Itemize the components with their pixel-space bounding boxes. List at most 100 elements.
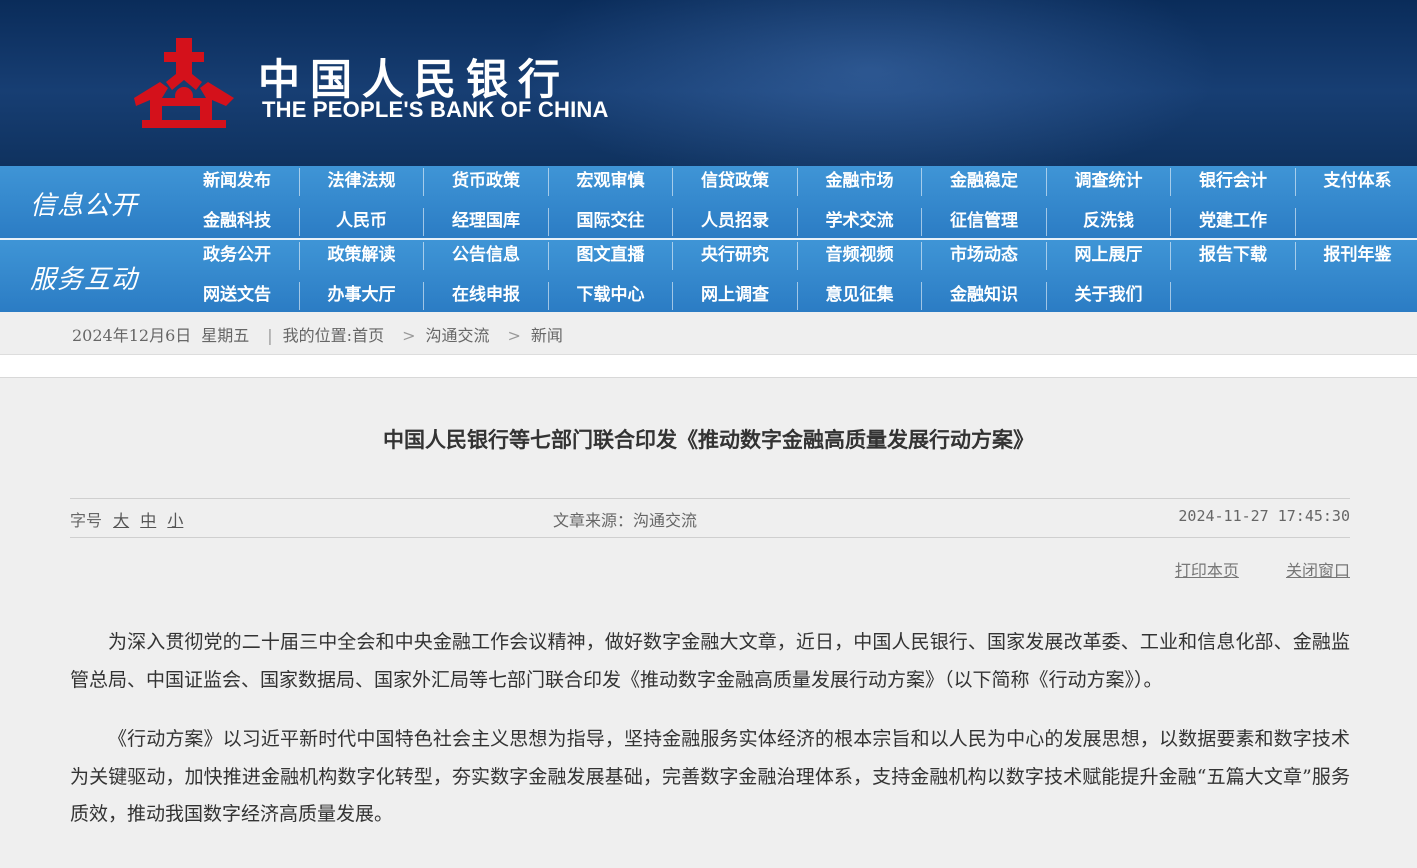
nav-column-divider [1170,168,1171,196]
info-nav-item[interactable]: 调查统计 [1047,166,1171,196]
font-large-link[interactable]: 大 [113,511,129,530]
meta-divider-top [70,498,1350,499]
nav-column-divider [1045,242,1047,270]
info-nav-grid: 新闻发布 法律法规 货币政策 宏观审慎 信贷政策 金融市场 金融稳定 调查统计 银行会计 支付体系… [175,166,1417,238]
breadcrumb-home-link[interactable]: 我的位置:首页 [283,326,384,345]
breadcrumb-bar: 2024年12月6日 星期五 | 我的位置:首页 > 沟通交流 > 新闻 [0,312,1417,355]
nav-column-divider [672,282,673,310]
article-source: 文章来源：沟通交流 [553,511,698,530]
nav-column-divider [796,242,798,270]
nav-column-divider [796,168,798,196]
print-page-link[interactable]: 打印本页 [1175,561,1239,580]
service-nav-item[interactable]: 政务公开 [175,240,299,270]
info-nav-item[interactable]: 征信管理 [922,206,1046,236]
info-nav-item[interactable]: 反洗钱 [1047,206,1171,236]
nav-column-divider [298,208,300,236]
info-disclosure-nav: 信息公开 新闻发布 法律法规 货币政策 宏观审慎 信贷政策 金融市场 金融稳定 调查统计 银行会… [0,166,1417,238]
info-nav-item[interactable]: 金融市场 [798,166,922,196]
logo-english-name[interactable]: THE PEOPLE'S BANK OF CHINA [262,97,609,123]
current-date: 2024年12月6日 [72,326,192,345]
font-small-link[interactable]: 小 [167,511,183,530]
font-medium-link[interactable]: 中 [140,511,156,530]
info-nav-item[interactable]: 经理国库 [424,206,548,236]
service-nav-item[interactable]: 报告下载 [1171,240,1295,270]
nav-column-divider [298,282,300,310]
nav-column-divider [672,168,673,196]
info-nav-item[interactable]: 宏观审慎 [549,166,673,196]
nav-column-divider [796,282,798,310]
nav-column-divider [1294,208,1296,236]
header-glow [520,0,1220,166]
close-window-link[interactable]: 关闭窗口 [1286,561,1350,580]
nav-column-divider [921,208,922,236]
service-nav-item[interactable]: 金融知识 [922,280,1046,310]
service-nav-item[interactable]: 关于我们 [1047,280,1171,310]
info-nav-item[interactable]: 党建工作 [1171,206,1295,236]
breadcrumb-level2-link[interactable]: 新闻 [531,326,563,345]
service-nav-item[interactable]: 政策解读 [300,240,424,270]
service-nav-grid: 政务公开 政策解读 公告信息 图文直播 央行研究 音频视频 市场动态 网上展厅 报告下载 报刊年鉴… [175,240,1417,312]
service-nav-item[interactable]: 在线申报 [424,280,548,310]
nav-column-divider [1045,208,1047,236]
info-nav-item[interactable]: 货币政策 [424,166,548,196]
chevron-right-icon: > [507,326,521,345]
nav-column-divider [423,168,424,196]
service-nav-item[interactable]: 市场动态 [922,240,1046,270]
service-nav-item[interactable]: 意见征集 [798,280,922,310]
info-nav-item[interactable]: 金融稳定 [922,166,1046,196]
service-nav-item[interactable]: 音频视频 [798,240,922,270]
nav-column-divider [1045,282,1047,310]
nav-column-divider [423,208,424,236]
nav-column-divider [672,208,673,236]
info-disclosure-title: 信息公开 [30,191,139,221]
nav-column-divider [921,242,922,270]
nav-column-divider [547,242,549,270]
service-nav-item[interactable]: 网送文告 [175,280,299,310]
service-nav-item[interactable]: 报刊年鉴 [1296,240,1417,270]
font-size-controls: 字号 大 中 小 [70,507,183,531]
site-header: 中国人民银行 THE PEOPLE'S BANK OF CHINA [0,0,1417,166]
nav-column-divider [1294,168,1296,196]
current-weekday: 星期五 [201,326,250,345]
info-nav-item[interactable]: 法律法规 [300,166,424,196]
nav-column-divider [1170,208,1171,236]
info-nav-item[interactable]: 人员招录 [673,206,797,236]
service-interaction-title: 服务互动 [30,265,139,295]
service-nav-item[interactable]: 图文直播 [549,240,673,270]
info-nav-item[interactable]: 新闻发布 [175,166,299,196]
service-nav-item[interactable]: 网上展厅 [1047,240,1171,270]
nav-column-divider [921,168,922,196]
article-paragraph: 为深入贯彻党的二十届三中全会和中央金融工作会议精神，做好数字金融大文章，近日，中… [70,631,1350,691]
service-nav-item[interactable]: 办事大厅 [300,280,424,310]
service-nav-item[interactable]: 下载中心 [549,280,673,310]
divider-bar: | [267,326,273,345]
nav-column-divider [921,282,922,310]
breadcrumb: 2024年12月6日 星期五 | 我的位置:首页 > 沟通交流 > 新闻 [72,322,573,346]
info-nav-item[interactable]: 信贷政策 [673,166,797,196]
nav-column-divider [1045,168,1047,196]
article-datetime: 2024-11-27 17:45:30 [1178,507,1350,525]
article-body: 为深入贯彻党的二十届三中全会和中央金融工作会议精神，做好数字金融大文章，近日，中… [70,624,1350,856]
service-nav-item[interactable]: 公告信息 [424,240,548,270]
info-nav-item[interactable]: 学术交流 [798,206,922,236]
pboc-emblem-icon[interactable] [128,34,240,132]
font-size-label: 字号 [70,511,103,530]
nav-column-divider [1294,242,1296,270]
service-nav-item[interactable]: 网上调查 [673,280,797,310]
breadcrumb-level1-link[interactable]: 沟通交流 [425,326,489,345]
nav-column-divider [1170,242,1171,270]
meta-divider-bottom [70,537,1350,538]
service-nav-item[interactable]: 央行研究 [673,240,797,270]
info-nav-item[interactable]: 银行会计 [1171,166,1295,196]
nav-column-divider [672,242,673,270]
nav-column-divider [423,282,424,310]
info-nav-item[interactable]: 金融科技 [175,206,299,236]
info-nav-item[interactable]: 支付体系 [1296,166,1417,196]
nav-column-divider [1170,282,1171,310]
chevron-right-icon: > [402,326,416,345]
nav-column-divider [298,168,300,196]
info-nav-item[interactable]: 国际交往 [549,206,673,236]
nav-column-divider [796,208,798,236]
nav-column-divider [547,282,549,310]
info-nav-item[interactable]: 人民币 [300,206,424,236]
